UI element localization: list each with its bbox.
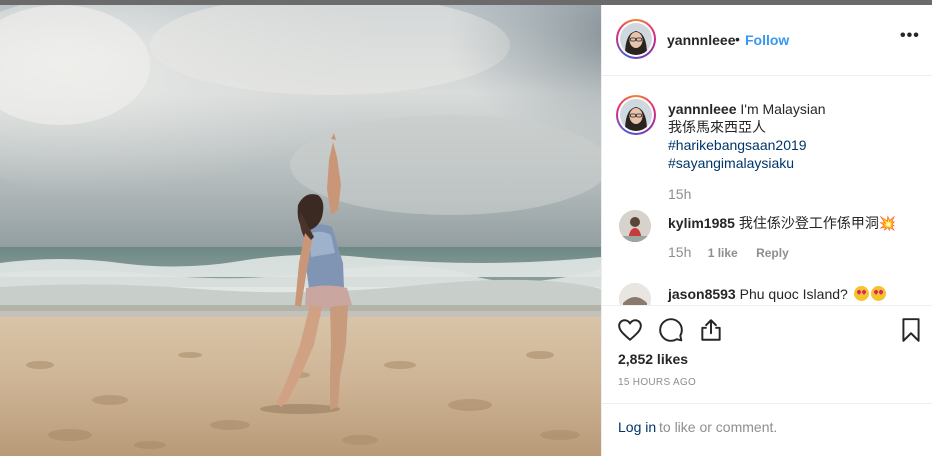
caption-time[interactable]: 15h xyxy=(668,186,691,202)
avatar-image xyxy=(619,283,651,305)
post-detail-panel: yannnleee • Follow ••• yannnleee I'm Mal… xyxy=(601,5,932,456)
avatar-image xyxy=(619,210,651,242)
follow-button[interactable]: Follow xyxy=(745,32,789,48)
author-username[interactable]: yannnleee xyxy=(667,32,735,48)
comment-meta: 15h 1 like Reply xyxy=(668,244,789,260)
avatar-image xyxy=(620,99,652,131)
bookmark-icon[interactable] xyxy=(898,317,924,343)
comment-text: 我住係沙登工作係甲洞💥 xyxy=(738,215,897,231)
author-avatar[interactable] xyxy=(616,19,656,59)
post-actions: 2,852 likes 15 HOURS AGO xyxy=(602,305,932,415)
likes-count[interactable]: 2,852 likes xyxy=(618,351,688,367)
separator-dot: • xyxy=(735,31,740,47)
hashtag-link[interactable]: #sayangimalaysiaku xyxy=(668,154,918,172)
post-header: yannnleee • Follow ••• xyxy=(602,5,932,76)
heart-eyes-emoji-icon xyxy=(853,286,869,301)
caption: yannnleee I'm Malaysian 我係馬來西亞人 #harikeb… xyxy=(668,100,918,172)
heart-icon[interactable] xyxy=(617,317,643,343)
comment: kylim1985 我住係沙登工作係甲洞💥 xyxy=(668,213,896,233)
comment-likes[interactable]: 1 like xyxy=(708,246,738,260)
caption-author-avatar[interactable] xyxy=(616,95,656,135)
post-timestamp[interactable]: 15 HOURS AGO xyxy=(618,377,696,388)
login-prompt: Log in to like or comment. xyxy=(602,403,932,456)
share-icon[interactable] xyxy=(698,317,724,343)
comment-time[interactable]: 15h xyxy=(668,244,691,260)
beach-photo-image xyxy=(0,5,601,456)
reply-button[interactable]: Reply xyxy=(756,246,789,260)
comment-icon[interactable] xyxy=(658,317,684,343)
caption-line-2: 我係馬來西亞人 xyxy=(668,119,766,135)
comment-text: Phu quoc Island? xyxy=(739,286,848,302)
post-photo[interactable] xyxy=(0,5,601,456)
hashtag-link[interactable]: #harikebangsaan2019 xyxy=(668,136,918,154)
login-prompt-text: to like or comment. xyxy=(659,419,778,435)
commenter-avatar[interactable] xyxy=(619,283,651,305)
avatar-image xyxy=(620,23,652,55)
comment-username[interactable]: kylim1985 xyxy=(668,215,735,231)
caption-text: I'm Malaysian xyxy=(740,101,826,117)
heart-eyes-emoji-icon xyxy=(870,286,886,301)
comments-list[interactable]: yannnleee I'm Malaysian 我係馬來西亞人 #harikeb… xyxy=(602,77,932,305)
commenter-avatar[interactable] xyxy=(619,210,651,242)
comment: jason8593 Phu quoc Island? xyxy=(668,286,886,302)
comment-username[interactable]: jason8593 xyxy=(668,286,736,302)
more-icon[interactable]: ••• xyxy=(900,27,920,45)
login-link[interactable]: Log in xyxy=(618,419,656,435)
caption-username[interactable]: yannnleee xyxy=(668,101,736,117)
